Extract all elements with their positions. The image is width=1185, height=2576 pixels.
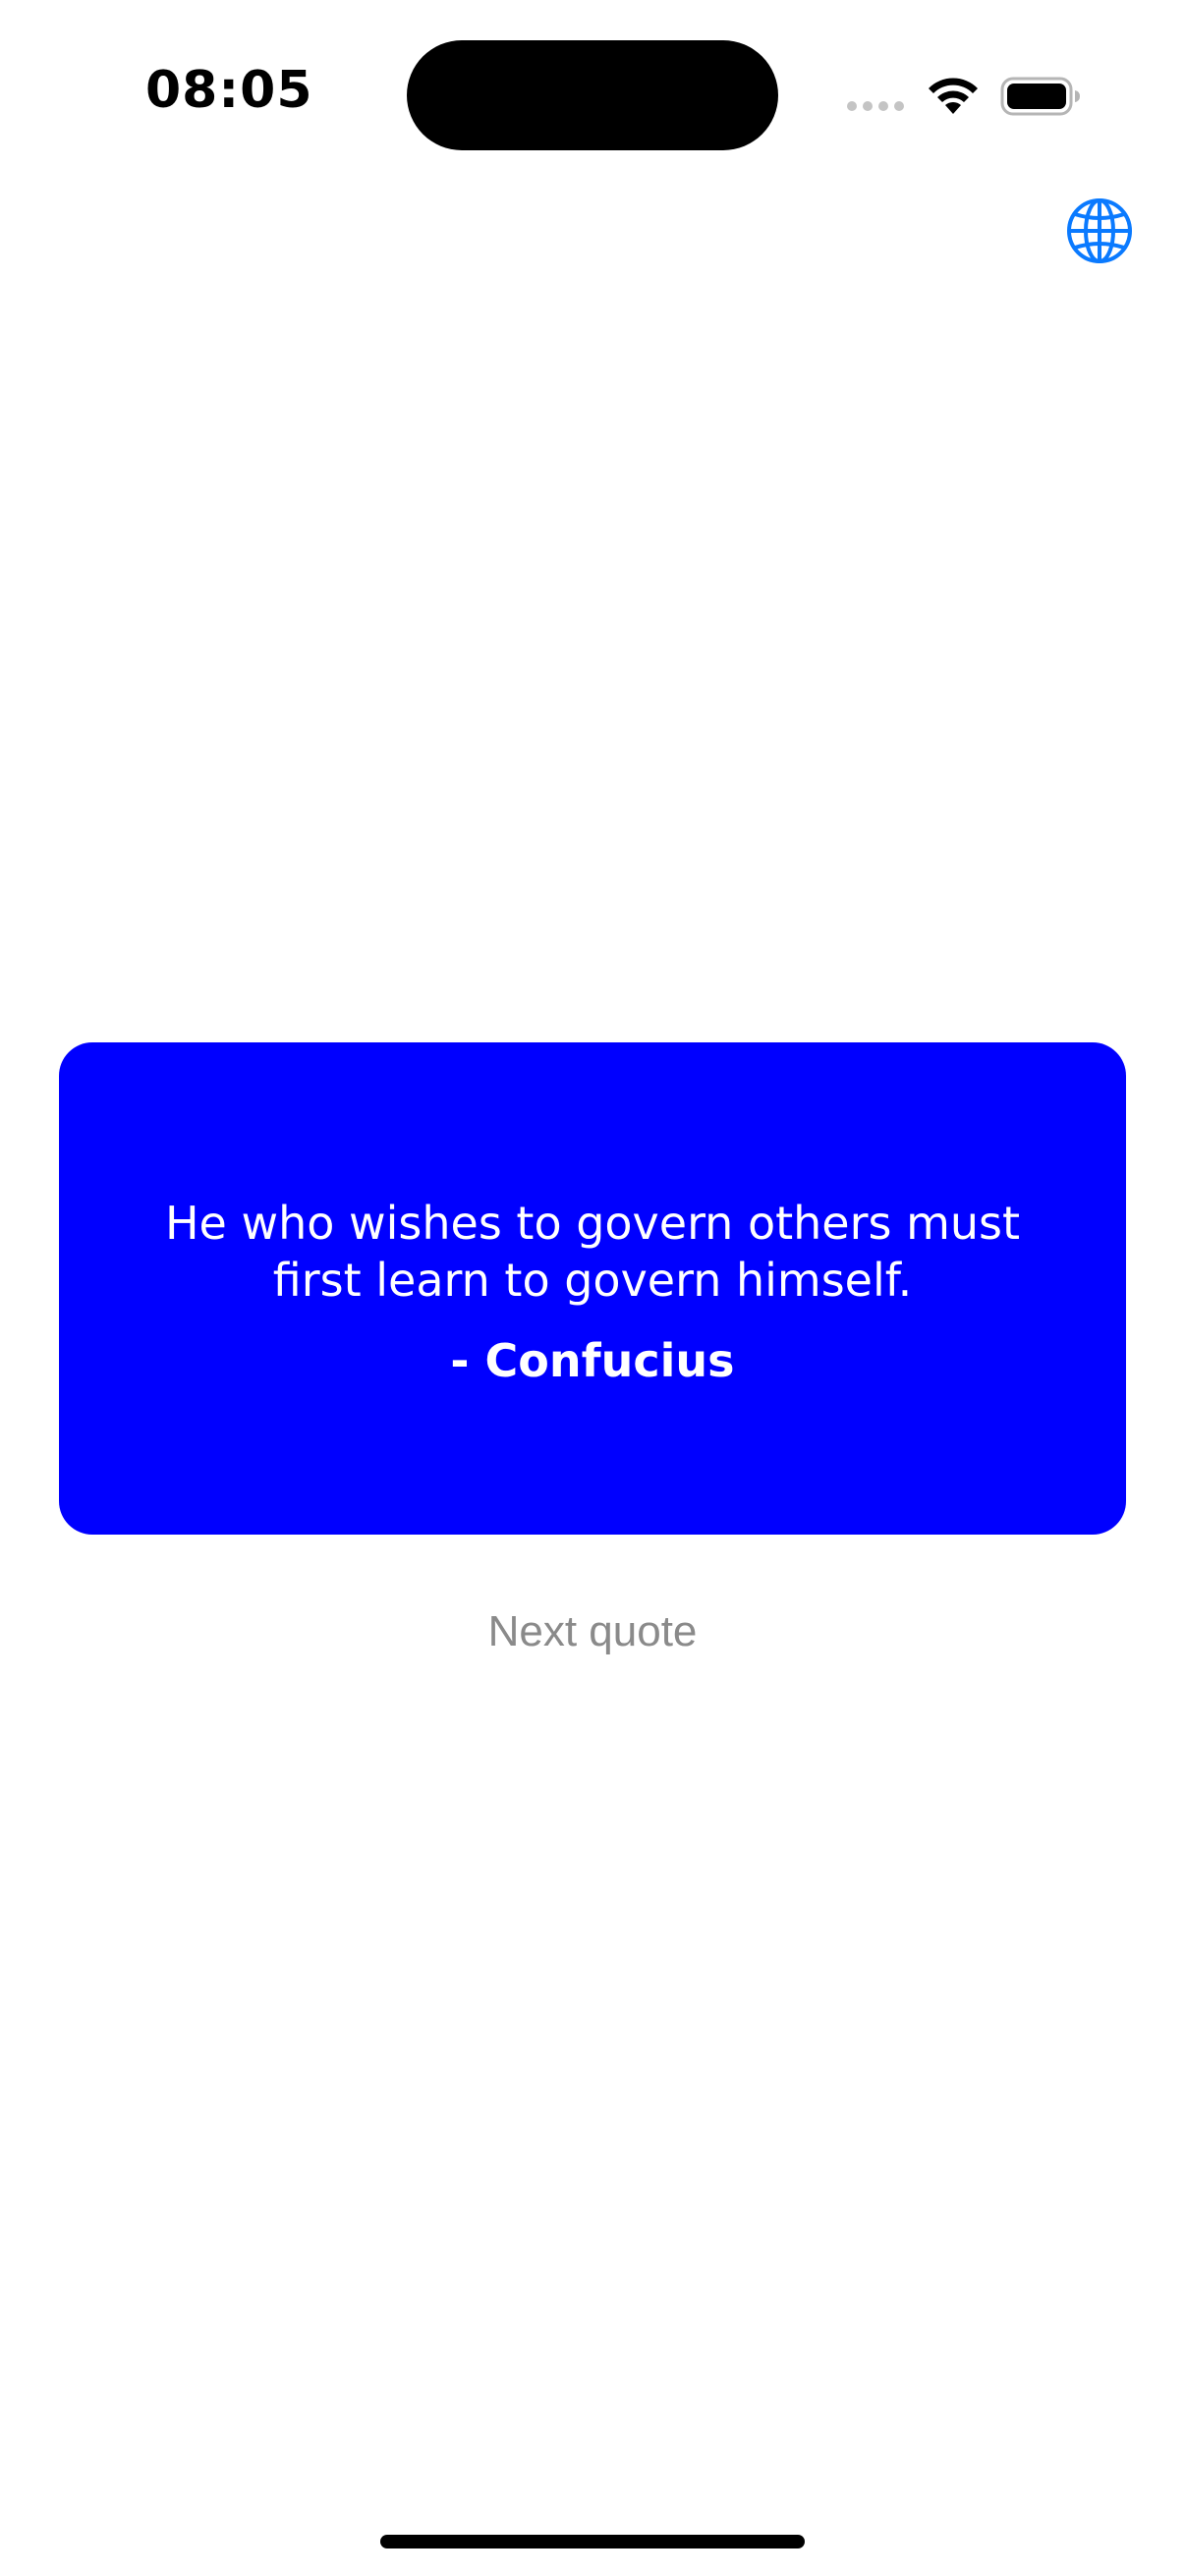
quote-text: He who wishes to govern others must firs… [164, 1196, 1021, 1307]
battery-icon [1000, 77, 1080, 116]
quote-card: He who wishes to govern others must firs… [59, 1042, 1126, 1535]
globe-icon[interactable] [1065, 196, 1134, 265]
status-time: 08:05 [145, 61, 313, 120]
quote-author: - Confucius [450, 1333, 735, 1387]
next-quote-button[interactable]: Next quote [0, 1607, 1185, 1656]
home-indicator[interactable] [380, 2535, 805, 2548]
dynamic-island [407, 40, 778, 150]
app-screen: 08:05 He who wishes to govern others mus… [0, 0, 1185, 2576]
wifi-icon [929, 78, 978, 114]
cellular-dots-icon [847, 101, 904, 111]
